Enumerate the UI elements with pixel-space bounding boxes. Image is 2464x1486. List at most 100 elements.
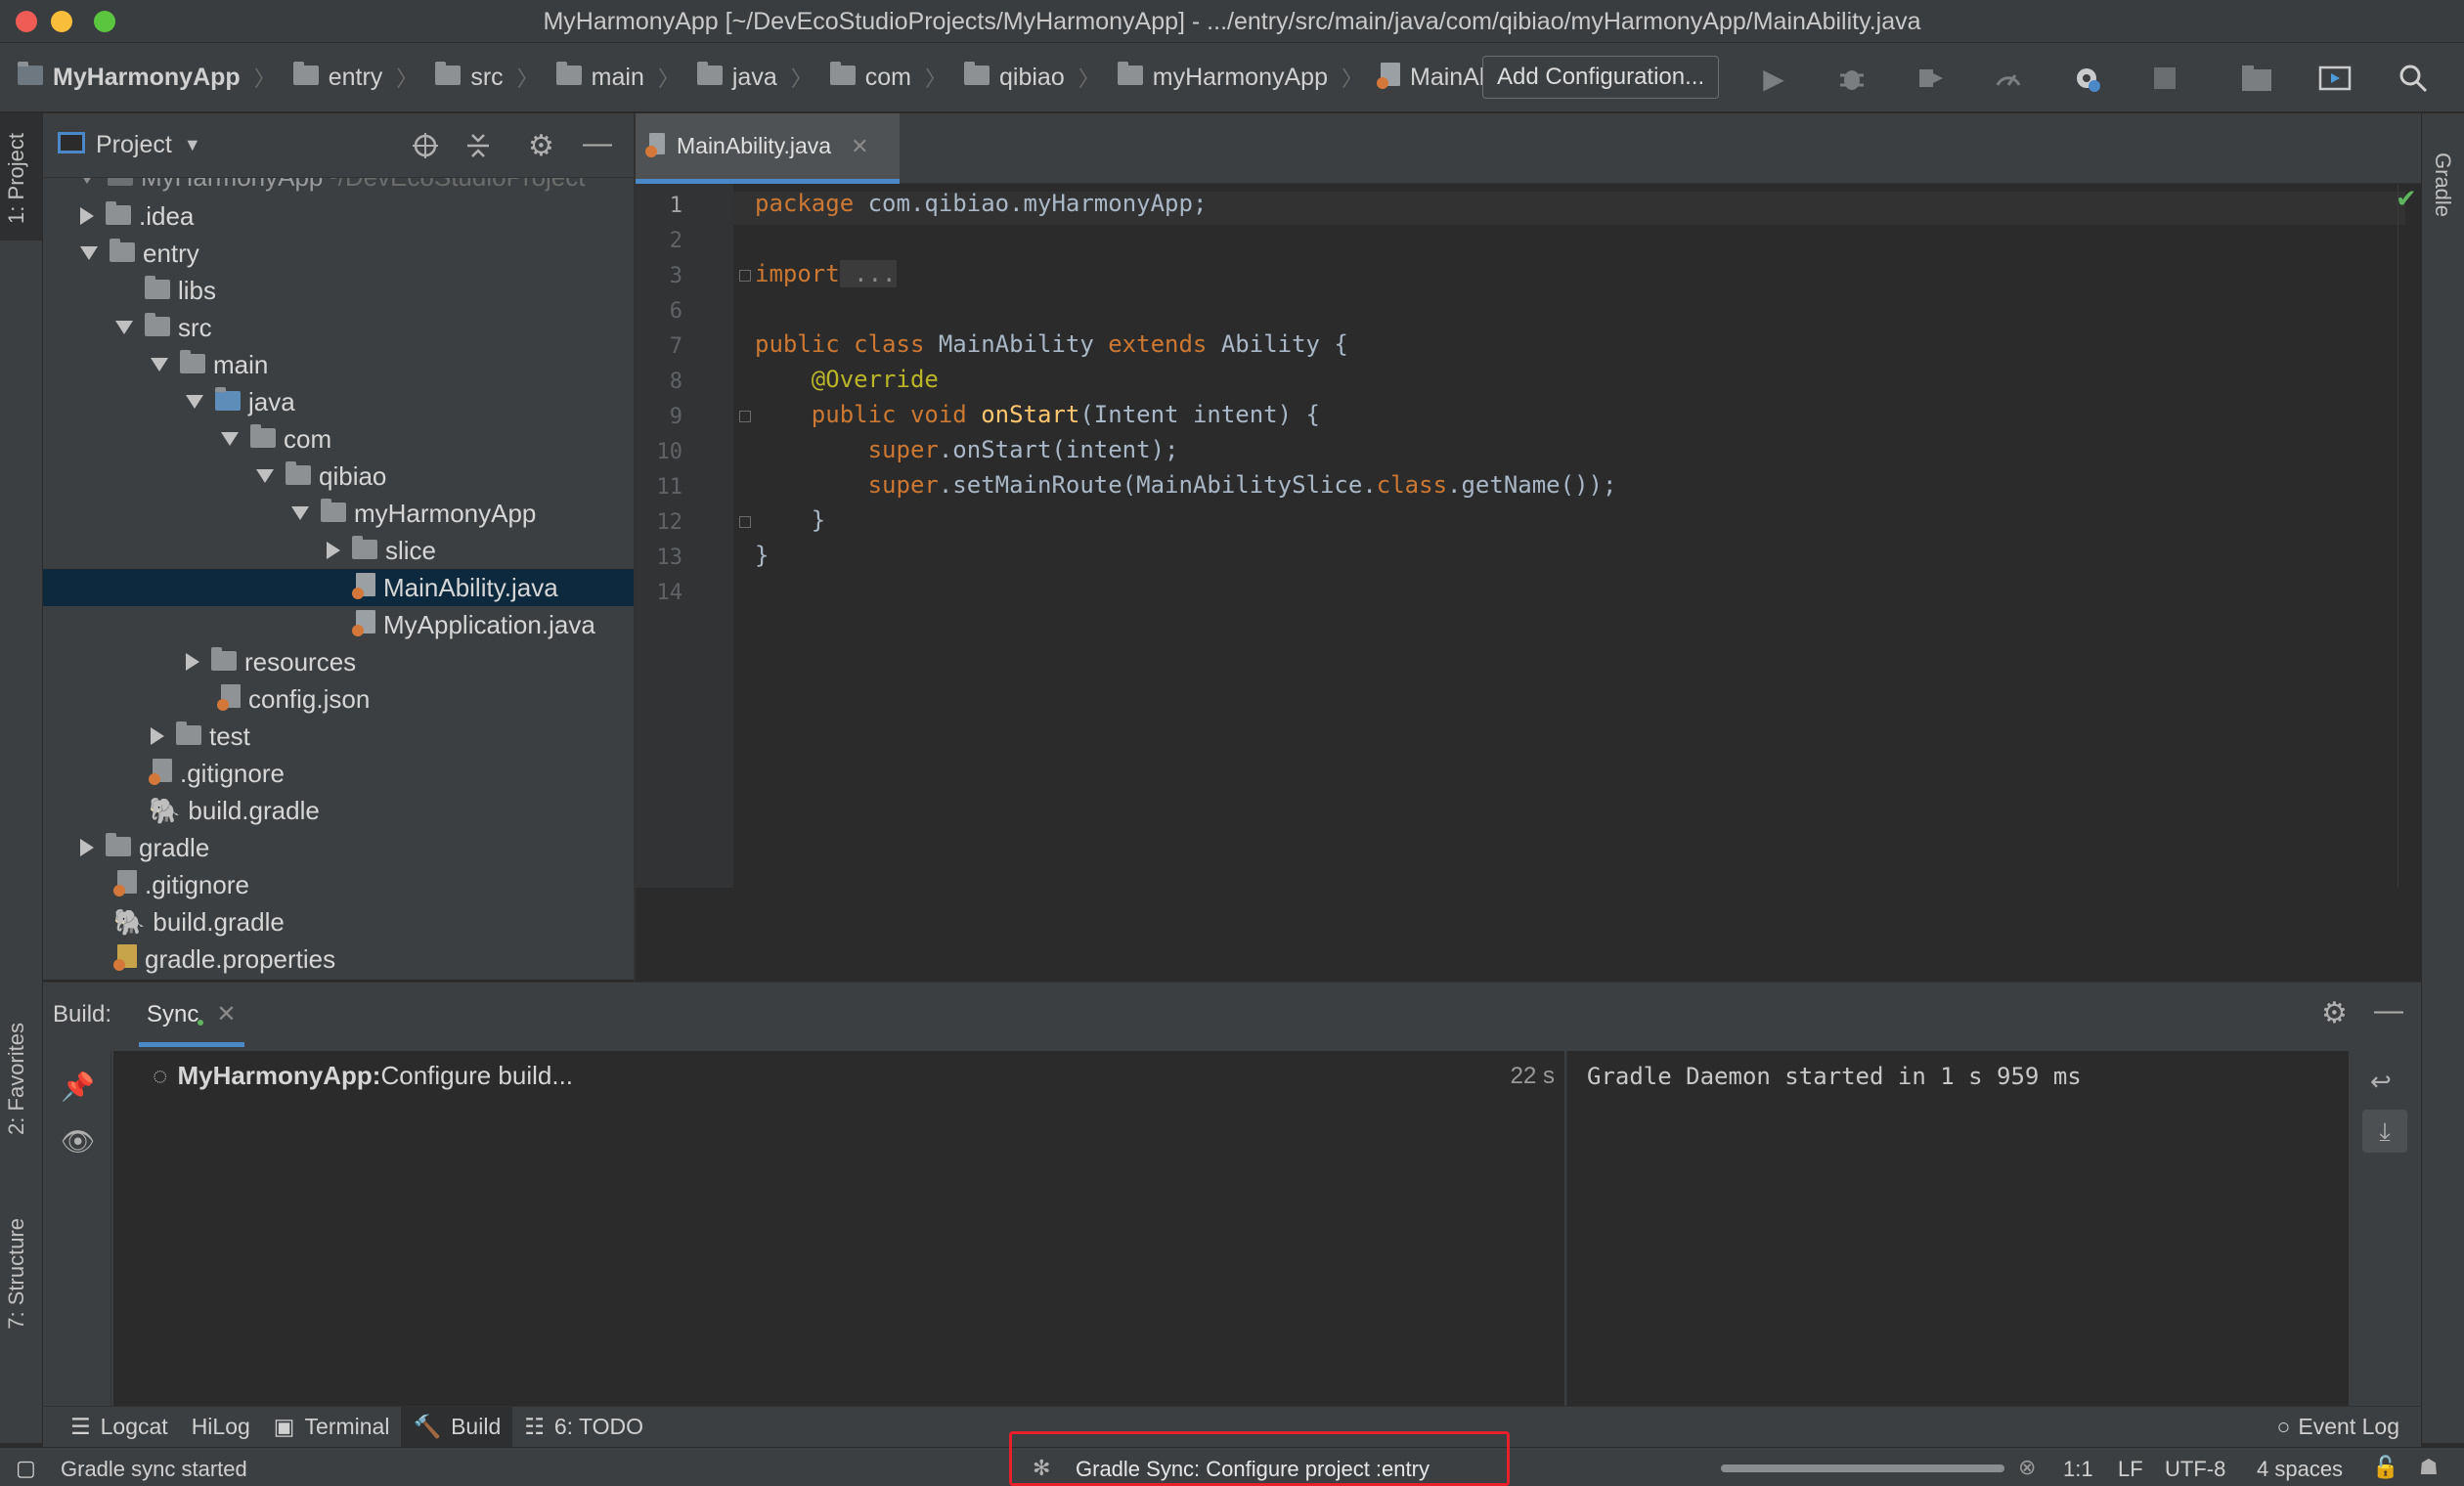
code-line-8: @Override [755, 366, 939, 393]
gear-icon[interactable]: ⚙ [528, 129, 554, 163]
tree-row-entry[interactable]: entry [43, 235, 636, 272]
tree-row-qibiao[interactable]: qibiao [43, 458, 636, 495]
tree-row-gradle-properties[interactable]: gradle.properties [43, 940, 636, 978]
left-tool-strip: 1: Project 2: Favorites 7: Structure [0, 113, 43, 1443]
scroll-to-end-icon[interactable]: ⤓ [2362, 1110, 2407, 1153]
tree-row-test[interactable]: test [43, 718, 636, 755]
attach-icon[interactable] [1991, 61, 2026, 96]
tab-sync[interactable]: Sync ✕ [139, 983, 244, 1047]
tree-row-main[interactable]: main [43, 346, 636, 383]
tree-row-gitignore[interactable]: .gitignore [43, 755, 636, 792]
event-log-button[interactable]: ○ Event Log [2266, 1407, 2412, 1448]
tab-project[interactable]: 1: Project [4, 133, 29, 224]
project-panel-header: Project ▼ ⚙ — [43, 113, 636, 178]
profile-icon[interactable] [1913, 61, 1948, 96]
tree-row-root-gitignore[interactable]: .gitignore [43, 866, 636, 903]
code-line-3: import ... [755, 260, 897, 287]
fold-icon[interactable] [739, 411, 751, 422]
tree-row-slice[interactable]: slice [43, 532, 636, 569]
close-tab-icon[interactable]: ✕ [851, 134, 868, 159]
tree-row-mainability[interactable]: MainAbility.java [43, 569, 636, 606]
tree-row-java[interactable]: java [43, 383, 636, 420]
tree-row-resources[interactable]: resources [43, 643, 636, 680]
logcat-icon: ☰ [70, 1414, 91, 1439]
tab-structure[interactable]: 7: Structure [4, 1218, 29, 1330]
tree-row-config[interactable]: config.json [43, 680, 636, 718]
folder-icon [110, 238, 135, 269]
toggle-tool-windows-icon[interactable]: ▢ [16, 1456, 36, 1481]
minimize-panel-icon[interactable]: — [2374, 994, 2403, 1027]
soft-wrap-icon[interactable]: ↩ [2370, 1067, 2392, 1097]
tab-gradle[interactable]: Gradle [2430, 153, 2455, 217]
sync-icon[interactable] [2069, 61, 2104, 96]
cancel-icon[interactable]: ⊗ [2018, 1455, 2036, 1480]
folder-icon [180, 349, 205, 380]
tree-row-idea[interactable]: .idea [43, 197, 636, 235]
device-icon[interactable] [2317, 61, 2353, 96]
tree-row-gradle[interactable]: gradle [43, 829, 636, 866]
tool-todo[interactable]: ☷ 6: TODO [512, 1407, 655, 1448]
run-icon[interactable]: ▶ [1756, 61, 1791, 96]
inspector-icon[interactable]: ☗ [2419, 1455, 2439, 1480]
tool-build[interactable]: 🔨 Build [401, 1406, 513, 1448]
fold-icon[interactable] [739, 516, 751, 528]
add-configuration-button[interactable]: Add Configuration... [1482, 56, 1720, 99]
build-tree: ◌ MyHarmonyApp: Configure build... 22 s [113, 1051, 1564, 1407]
line-number: 2 [669, 229, 682, 253]
editor-tab-mainability[interactable]: MainAbility.java ✕ [636, 113, 900, 184]
gitignore-file-icon [149, 758, 172, 789]
tree-row-myharmonyapp[interactable]: myHarmonyApp [43, 495, 636, 532]
folder-icon [211, 646, 237, 677]
build-task-row[interactable]: ◌ MyHarmonyApp: Configure build... [153, 1061, 573, 1091]
gear-icon[interactable]: ⚙ [2321, 996, 2348, 1030]
pin-icon[interactable]: 📌 [61, 1071, 95, 1103]
line-number: 3 [669, 264, 682, 288]
tree-row-build-gradle[interactable]: 🐘 build.gradle [43, 792, 636, 829]
breadcrumb-myharmonyapp[interactable]: myHarmonyApp 〉 [1117, 61, 1363, 93]
eye-icon[interactable]: 👁 [61, 1125, 96, 1158]
lock-icon[interactable]: 🔓 [2372, 1455, 2398, 1480]
line-number: 6 [669, 299, 682, 324]
minimize-panel-icon[interactable]: — [583, 127, 612, 160]
chevron-down-icon[interactable]: ▼ [184, 135, 201, 155]
tree-row-src[interactable]: src [43, 309, 636, 346]
console-output: Gradle Daemon started in 1 s 959 ms [1587, 1063, 2082, 1090]
breadcrumb-java[interactable]: java 〉 [696, 61, 813, 93]
tab-favorites[interactable]: 2: Favorites [4, 1023, 29, 1135]
indent-setting[interactable]: 4 spaces [2257, 1457, 2343, 1482]
properties-file-icon [113, 943, 137, 975]
folder-icon [108, 178, 133, 193]
line-number: 14 [656, 581, 683, 605]
tool-logcat[interactable]: ☰ Logcat [59, 1407, 180, 1448]
code-line-11: super.setMainRoute(MainAbilitySlice.clas… [755, 471, 1617, 499]
tree-row-root[interactable]: MyHarmonyApp ~/DevEcoStudioProject [43, 178, 636, 196]
line-separator[interactable]: LF [2118, 1457, 2143, 1482]
tool-hilog[interactable]: HiLog [180, 1407, 262, 1448]
project-structure-icon[interactable] [2239, 61, 2274, 96]
code-editor[interactable]: 1 2 3 6 7 8 9 10 11 12 13 14 package com… [636, 184, 2421, 982]
stop-icon[interactable] [2147, 61, 2182, 96]
breadcrumb-project[interactable]: MyHarmonyApp 〉 [18, 61, 276, 93]
tree-row-myapplication[interactable]: MyApplication.java [43, 606, 636, 643]
tree-row-root-build-gradle[interactable]: 🐘 build.gradle [43, 903, 636, 940]
tree-row-libs[interactable]: libs [43, 272, 636, 309]
collapse-all-icon[interactable] [463, 131, 493, 165]
file-encoding[interactable]: UTF-8 [2165, 1457, 2225, 1482]
breadcrumb-src[interactable]: src 〉 [435, 61, 539, 93]
tool-terminal[interactable]: ▣ Terminal [262, 1407, 402, 1448]
search-icon[interactable] [2396, 61, 2431, 96]
breadcrumb-qibiao[interactable]: qibiao 〉 [964, 61, 1100, 93]
tree-row-com[interactable]: com [43, 420, 636, 458]
breadcrumb-main[interactable]: main 〉 [555, 61, 680, 93]
close-tab-icon[interactable]: ✕ [216, 1001, 236, 1027]
caret-position[interactable]: 1:1 [2063, 1457, 2093, 1482]
debug-icon[interactable] [1834, 61, 1870, 96]
build-console[interactable]: Gradle Daemon started in 1 s 959 ms [1566, 1051, 2349, 1407]
project-view-selector[interactable]: Project [96, 131, 172, 159]
breadcrumb-com[interactable]: com 〉 [829, 61, 946, 93]
locate-icon[interactable] [411, 131, 440, 165]
folder-icon [106, 832, 131, 863]
breadcrumb-entry[interactable]: entry 〉 [292, 61, 418, 93]
java-file-icon [352, 609, 375, 640]
fold-icon[interactable] [739, 270, 751, 282]
